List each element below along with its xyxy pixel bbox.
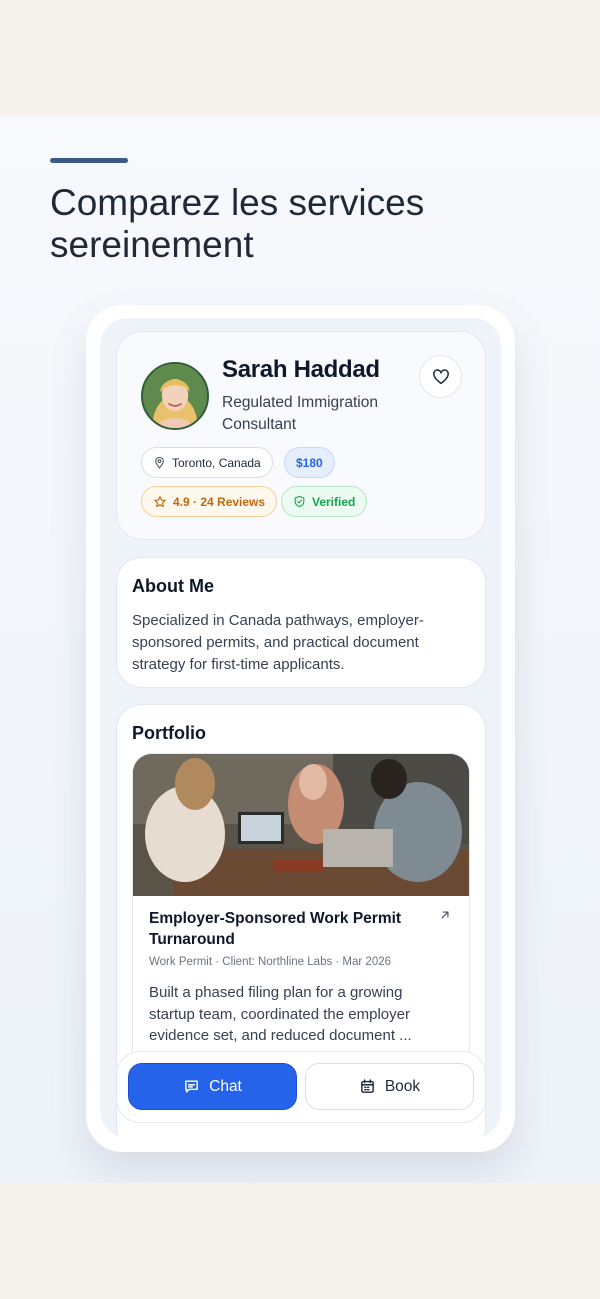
rating-badge: 4.9 · 24 Reviews [141, 486, 278, 517]
rating-text: 4.9 · 24 Reviews [173, 494, 266, 509]
footer-strip [0, 1183, 600, 1299]
message-icon [185, 1080, 198, 1093]
about-text: Specialized in Canada pathways, employer… [132, 612, 424, 673]
chat-button[interactable]: Chat [128, 1063, 297, 1110]
book-button[interactable]: Book [305, 1063, 474, 1110]
project-meta: Work Permit · Client: Northline Labs · M… [149, 956, 392, 968]
portfolio-title: Portfolio [132, 723, 206, 743]
about-title: About Me [132, 576, 214, 596]
calendar-icon [360, 1079, 374, 1093]
location-pin-icon [155, 456, 164, 469]
app-screen: Sarah Haddad Regulated Immigration Consu… [100, 318, 501, 1138]
project-description: Built a phased filing plan for a growing… [149, 984, 412, 1044]
chat-label: Chat [209, 1077, 242, 1095]
star-icon [154, 495, 166, 507]
portfolio-photo [133, 754, 469, 896]
price-text: $180 [296, 455, 323, 470]
price-badge: $180 [284, 447, 335, 478]
profile-card: Sarah Haddad Regulated Immigration Consu… [116, 331, 486, 540]
heart-icon [432, 368, 449, 384]
about-card: About Me Specialized in Canada pathways,… [116, 557, 486, 688]
favorite-button[interactable] [419, 355, 462, 398]
profile-title: Regulated Immigration Consultant [222, 394, 378, 433]
avatar [141, 362, 209, 430]
portfolio-item[interactable]: Employer-Sponsored Work Permit Turnaroun… [132, 753, 470, 1073]
accent-bar [50, 158, 128, 163]
shield-check-icon [294, 495, 305, 508]
verified-badge: Verified [281, 486, 368, 517]
avatar-image [143, 364, 207, 428]
verified-text: Verified [312, 494, 356, 509]
page-headline: Comparez les services sereinement [50, 182, 425, 265]
profile-name: Sarah Haddad [222, 356, 380, 383]
action-bar: Chat Book [116, 1051, 486, 1123]
project-title: Employer-Sponsored Work Permit Turnaroun… [149, 910, 402, 948]
location-badge: Toronto, Canada [141, 447, 273, 478]
location-text: Toronto, Canada [172, 455, 261, 470]
book-label: Book [384, 1077, 421, 1095]
arrow-up-right-icon[interactable] [438, 908, 452, 922]
